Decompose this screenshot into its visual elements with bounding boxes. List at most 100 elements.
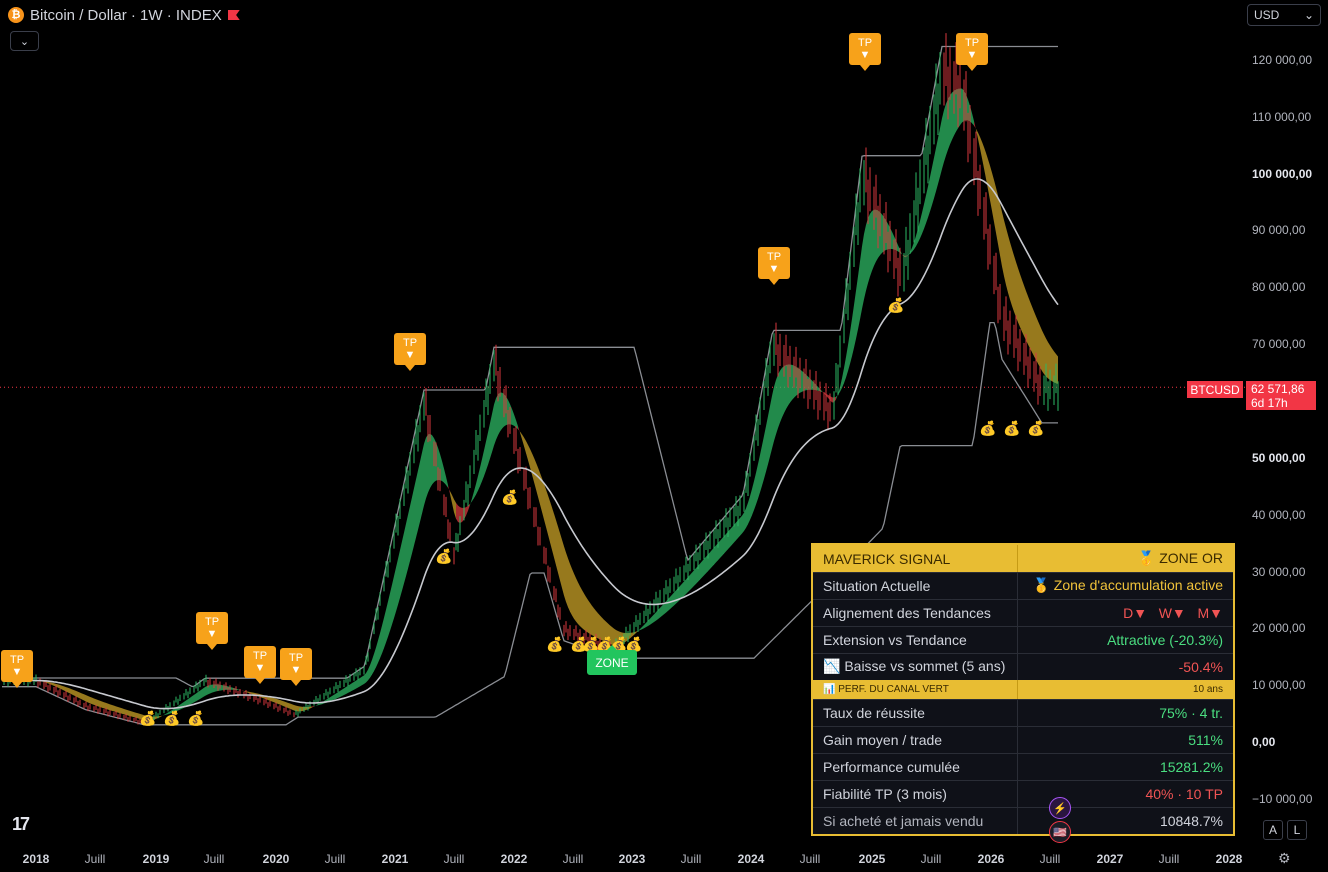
- table-row: Si acheté et jamais vendu 10848.7%: [813, 807, 1233, 834]
- money-bag-icon: 💰: [1003, 420, 1021, 436]
- ribbon-segment: [674, 590, 676, 606]
- ribbon-segment: [994, 180, 996, 233]
- ribbon-segment: [982, 141, 984, 169]
- ribbon-segment: [862, 234, 864, 309]
- table-row: Alignement des Tendances D▼ W▼ M▼: [813, 599, 1233, 627]
- time-tick-label: Juill: [562, 852, 584, 866]
- time-tick-label: Juill: [84, 852, 106, 866]
- price-tick-label: 100 000,00: [1252, 167, 1313, 181]
- ribbon-segment: [764, 426, 766, 479]
- ribbon-segment: [666, 599, 668, 613]
- ribbon-segment: [756, 464, 758, 505]
- time-tick-label: 2020: [262, 852, 290, 866]
- ribbon-segment: [486, 432, 488, 471]
- symbol-title: Bitcoin / Dollar · 1W · INDEX: [30, 6, 222, 24]
- ribbon-segment: [924, 195, 926, 229]
- ribbon-segment: [334, 693, 336, 700]
- ribbon-segment: [722, 536, 724, 556]
- time-tick-label: Juill: [443, 852, 465, 866]
- ribbon-segment: [1008, 235, 1010, 300]
- ribbon-segment: [646, 620, 648, 628]
- ribbon-segment: [656, 610, 658, 621]
- ribbon-segment: [198, 690, 200, 701]
- lightning-event-icon[interactable]: ⚡: [1049, 797, 1071, 819]
- row-label: Taux de réussite: [813, 699, 1018, 726]
- us-flag-event-icon[interactable]: 🇺🇸: [1049, 821, 1071, 843]
- ribbon-segment: [94, 698, 96, 706]
- symbol-header[interactable]: ₿ Bitcoin / Dollar · 1W · INDEX: [8, 4, 240, 26]
- ribbon-segment: [694, 568, 696, 586]
- ribbon-segment: [538, 467, 540, 505]
- tp-arrow-icon: ▼: [859, 49, 871, 61]
- ribbon-segment: [242, 690, 244, 692]
- ribbon-segment: [564, 546, 566, 602]
- collapse-legend-button[interactable]: ⌄: [10, 31, 39, 51]
- ribbon-segment: [974, 121, 976, 130]
- time-tick-label: 2018: [22, 852, 50, 866]
- ribbon-segment: [52, 682, 54, 686]
- ribbon-segment: [332, 694, 334, 701]
- ribbon-segment: [576, 578, 578, 624]
- ribbon-segment: [380, 625, 382, 659]
- ribbon-segment: [430, 433, 432, 489]
- ribbon-segment: [754, 472, 756, 511]
- time-tick-label: Juill: [1158, 852, 1180, 866]
- tp-label: TP: [964, 37, 980, 49]
- ribbon-segment: [452, 495, 454, 513]
- ribbon-segment: [370, 659, 372, 678]
- ribbon-segment: [520, 431, 522, 440]
- symbol-price-label: BTCUSD: [1187, 381, 1243, 398]
- ribbon-segment: [940, 118, 942, 177]
- ribbon-segment: [560, 533, 562, 589]
- settings-gear-icon[interactable]: ⚙: [1278, 850, 1291, 867]
- row-value: 511%: [1188, 731, 1223, 748]
- auto-scale-button[interactable]: A: [1263, 820, 1283, 840]
- ribbon-segment: [868, 213, 870, 284]
- ribbon-segment: [684, 579, 686, 596]
- time-tick-label: 2022: [500, 852, 528, 866]
- price-tick-label: 30 000,00: [1252, 565, 1306, 579]
- ribbon-segment: [746, 502, 748, 528]
- ribbon-segment: [1018, 268, 1020, 328]
- ribbon-segment: [1002, 212, 1004, 277]
- ribbon-segment: [998, 195, 1000, 256]
- ribbon-segment: [568, 558, 570, 612]
- ribbon-segment: [336, 692, 338, 699]
- price-tick-label: 90 000,00: [1252, 223, 1306, 237]
- ribbon-segment: [420, 452, 422, 522]
- ribbon-segment: [578, 582, 580, 627]
- ribbon-segment: [130, 710, 132, 717]
- ribbon-segment: [518, 426, 520, 433]
- ribbon-segment: [446, 476, 448, 488]
- ribbon-segment: [388, 593, 390, 637]
- row-label: Extension vs Tendance: [813, 626, 1018, 653]
- daily-trend: D▼: [1123, 604, 1148, 621]
- ribbon-segment: [550, 501, 552, 550]
- money-bag-icon: 💰: [139, 710, 157, 726]
- tp-marker: TP ▼: [758, 247, 790, 285]
- log-scale-button[interactable]: L: [1287, 820, 1307, 840]
- currency-select[interactable]: USD ⌄: [1247, 4, 1321, 26]
- ribbon-segment: [480, 459, 482, 487]
- ribbon-segment: [84, 694, 86, 702]
- ribbon-segment: [194, 693, 196, 703]
- time-tick-label: Juill: [799, 852, 821, 866]
- ribbon-segment: [160, 715, 162, 718]
- ribbon-segment: [858, 261, 860, 330]
- ribbon-segment: [944, 103, 946, 162]
- ribbon-segment: [1032, 306, 1034, 357]
- money-bag-icon: 💰: [979, 420, 997, 436]
- ribbon-segment: [772, 386, 774, 449]
- ribbon-segment: [1006, 227, 1008, 293]
- ribbon-segment: [856, 276, 858, 339]
- ribbon-segment: [372, 653, 374, 675]
- tp-label: TP: [204, 616, 220, 628]
- ribbon-segment: [978, 132, 980, 149]
- ribbon-segment: [314, 705, 316, 707]
- ribbon-segment: [356, 679, 358, 689]
- last-price-label: 62 571,86 6d 17h: [1246, 381, 1316, 410]
- ribbon-segment: [702, 559, 704, 578]
- ribbon-segment: [188, 697, 190, 706]
- ribbon-segment: [1034, 311, 1036, 360]
- ribbon-segment: [90, 696, 92, 705]
